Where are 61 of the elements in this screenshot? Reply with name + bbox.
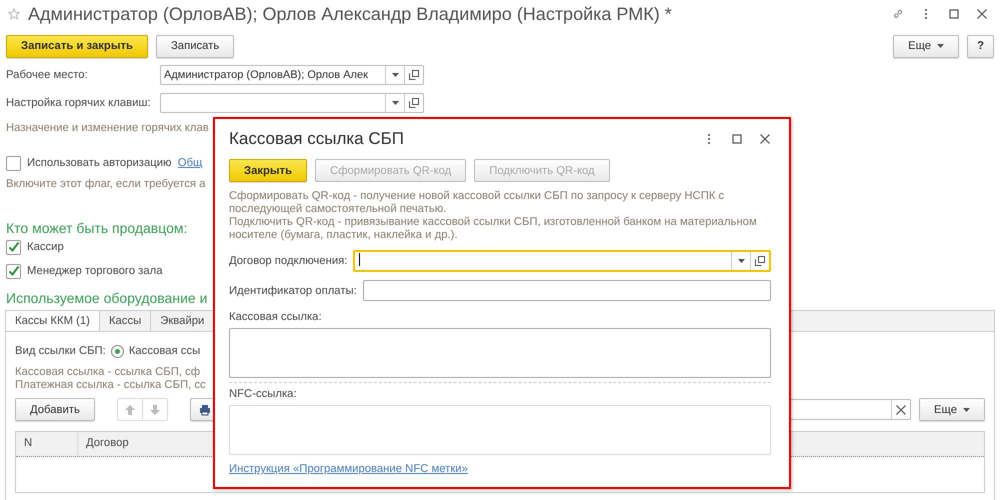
hint-text: Назначение и изменение горячих клав [5, 122, 210, 134]
select-field[interactable] [160, 93, 424, 113]
open-icon[interactable] [409, 98, 419, 108]
hint-text: Кассовая ссылка - ссылка СБП, сф [14, 366, 202, 379]
up-arrow-icon[interactable] [124, 404, 136, 416]
check-icon [8, 241, 20, 253]
field-label: NFC-ссылка: [229, 388, 298, 400]
caret-icon [392, 101, 398, 105]
section-title: Кто может быть продавцом: [5, 220, 188, 236]
column-header[interactable]: N [16, 432, 78, 456]
caret-icon [738, 259, 744, 263]
description-text: Сформировать QR-код - получение новой кассовой ссылки СБП по запросу к серверу НСПК с последующей самостоятельной печатью. [229, 190, 726, 216]
close-icon[interactable] [759, 133, 771, 145]
select-field[interactable]: Администратор (ОрловАВ); Орлов Алек [160, 65, 424, 85]
caret-icon [963, 408, 970, 412]
section-title: Используемое оборудование и [5, 290, 208, 306]
caret-icon [937, 44, 944, 48]
maximize-icon[interactable] [948, 8, 960, 20]
select-field[interactable] [353, 250, 771, 272]
help-button[interactable]: ? [967, 34, 994, 58]
maximize-icon[interactable] [731, 133, 743, 145]
checkbox-label: Кассир [27, 241, 64, 253]
close-icon[interactable] [976, 8, 988, 20]
field-label: Настройка горячих клавиш: [6, 97, 152, 109]
radio-label: Кассовая ссы [128, 345, 200, 357]
link-icon[interactable] [892, 8, 904, 20]
add-button[interactable]: Добавить [15, 398, 95, 421]
star-icon[interactable] [8, 8, 20, 20]
open-icon[interactable] [755, 256, 765, 266]
checkbox[interactable] [6, 264, 21, 278]
radio-button[interactable] [110, 344, 124, 358]
window-title: Администратор (ОрловАВ); Орлов Александр Владимиро (Настройка РМК) * [28, 4, 673, 24]
field-label: Кассовая ссылка: [229, 311, 323, 323]
settings-link[interactable]: Общ [178, 157, 202, 169]
printer-icon [198, 404, 211, 416]
more-button[interactable]: Еще [893, 34, 960, 58]
open-icon[interactable] [409, 70, 419, 80]
dialog-title: Кассовая ссылка СБП [229, 129, 406, 149]
hint-text: Включите этот флаг, если требуется а [5, 178, 206, 190]
checkbox[interactable] [6, 156, 21, 170]
text-area[interactable] [229, 328, 771, 378]
checkbox[interactable] [6, 240, 21, 254]
tab[interactable]: Кассы ККМ (1) [6, 311, 100, 331]
checkbox-label: Использовать авторизацию [27, 157, 172, 169]
check-icon [8, 265, 20, 277]
close-button[interactable]: Закрыть [229, 159, 308, 182]
input-field[interactable] [362, 280, 771, 301]
description-text: Подключить QR-код - привязывание кассовой ссылки СБП, изготовленной банком на материальном носителе (бумага, пластик, наклейка и др.). [229, 216, 758, 242]
checkbox-label: Менеджер торгового зала [27, 265, 163, 277]
field-label: Идентификатор оплаты: [229, 284, 357, 296]
field-label: Вид ссылки СБП: [15, 345, 106, 357]
instruction-link[interactable]: Инструкция «Программирование NFC метки» [229, 463, 468, 475]
field-label: Договор подключения: [229, 255, 348, 267]
save-close-button[interactable]: Записать и закрыть [6, 34, 148, 58]
save-button[interactable]: Записать [156, 34, 234, 58]
clear-icon[interactable] [895, 404, 907, 416]
hint-text: Платежная ссылка - ссылка СБП, сс [14, 379, 207, 392]
more-button[interactable]: Еще [919, 398, 985, 421]
down-arrow-icon[interactable] [148, 404, 161, 416]
caret-icon [392, 73, 398, 77]
field-label: Рабочее место: [6, 69, 89, 81]
